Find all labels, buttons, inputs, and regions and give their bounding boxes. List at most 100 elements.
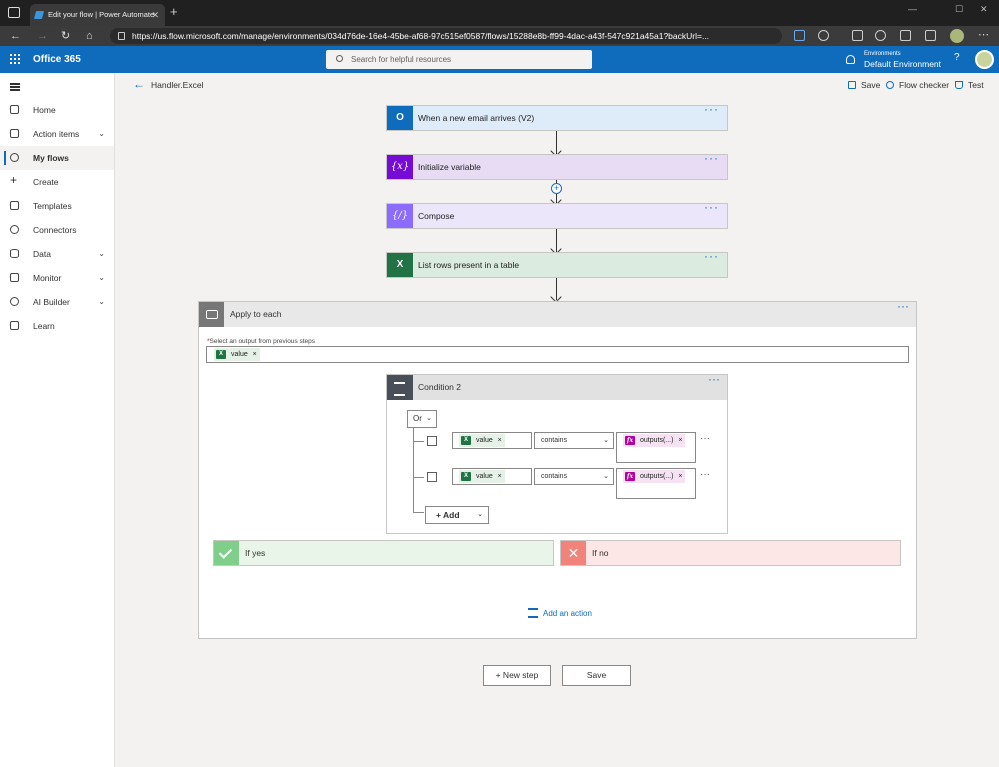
row-checkbox[interactable] [427, 472, 437, 482]
user-avatar[interactable] [975, 50, 994, 69]
more-options-icon[interactable]: ··· [704, 151, 719, 165]
chevron-down-icon[interactable]: ⌄ [98, 290, 105, 314]
dynamic-content-token[interactable]: X value × [214, 348, 260, 361]
condition-right-field[interactable]: fx outputs(...) × [616, 432, 696, 463]
nav-item-data[interactable]: Data ⌄ [0, 242, 114, 266]
close-window-icon[interactable]: ✕ [980, 4, 988, 15]
insert-step-icon[interactable]: + [551, 183, 562, 194]
remove-token-icon[interactable]: × [678, 470, 682, 483]
app-launcher-icon[interactable] [10, 54, 20, 64]
more-options-icon[interactable]: ··· [704, 102, 719, 116]
if-yes-branch[interactable]: If yes [213, 540, 554, 566]
office-header: Office 365 Search for helpful resources … [0, 46, 999, 73]
nav-item-create[interactable]: + Create [0, 170, 114, 194]
refresh-icon[interactable]: ↻ [61, 28, 70, 44]
add-action-label: Add an action [543, 609, 592, 618]
condition-right-field[interactable]: fx outputs(...) × [616, 468, 696, 499]
help-icon[interactable]: ? [954, 52, 960, 63]
test-command[interactable]: Test [955, 73, 984, 98]
nav-item-templates[interactable]: Templates [0, 194, 114, 218]
save-command[interactable]: Save [848, 73, 880, 98]
test-label: Test [968, 80, 984, 90]
flow-checker-command[interactable]: Flow checker [886, 73, 949, 98]
share-icon[interactable] [925, 30, 936, 41]
connector-arrow [556, 229, 558, 252]
row-checkbox[interactable] [427, 436, 437, 446]
remove-token-icon[interactable]: × [498, 470, 502, 483]
select-output-field[interactable]: X value × [206, 346, 909, 363]
step-card-list-rows[interactable]: X List rows present in a table ··· [386, 249, 728, 278]
nav-item-learn[interactable]: Learn [0, 314, 114, 338]
condition-left-field[interactable]: X value × [452, 432, 532, 449]
remove-token-icon[interactable]: × [498, 434, 502, 447]
url-field[interactable]: https://us.flow.microsoft.com/manage/env… [110, 28, 782, 44]
collections-icon[interactable] [900, 30, 911, 41]
condition-header[interactable]: Condition 2 ··· [387, 372, 727, 400]
nav-item-monitor[interactable]: Monitor ⌄ [0, 266, 114, 290]
back-icon[interactable]: ← [10, 28, 21, 44]
brand-title[interactable]: Office 365 [33, 46, 81, 73]
more-options-icon[interactable]: ··· [897, 299, 909, 313]
tab-close-icon[interactable]: ✕ [151, 4, 159, 26]
save-button[interactable]: Save [562, 665, 631, 686]
favorites-icon[interactable] [852, 30, 863, 41]
hamburger-icon[interactable] [10, 83, 20, 85]
step-card-trigger[interactable]: O When a new email arrives (V2) ··· [386, 102, 728, 131]
branch-line [413, 441, 424, 442]
nav-item-action-items[interactable]: Action items ⌄ [0, 122, 114, 146]
excel-icon: X [461, 472, 471, 481]
apply-to-each-header[interactable]: Apply to each ··· [199, 299, 916, 327]
add-condition-button[interactable]: + Add ⌄ [425, 506, 489, 524]
extension-shield-icon[interactable] [818, 30, 829, 41]
if-no-branch[interactable]: ✕ If no [560, 540, 901, 566]
extension-pen-icon[interactable] [794, 30, 805, 41]
nav-item-home[interactable]: Home [0, 98, 114, 122]
clipboard-icon [10, 129, 19, 138]
home-icon[interactable]: ⌂ [86, 28, 93, 44]
chevron-down-icon: ⌄ [603, 437, 609, 444]
step-card-compose[interactable]: {∕} Compose ··· [386, 200, 728, 229]
new-step-button[interactable]: + New step [483, 665, 551, 686]
dynamic-content-token[interactable]: X value × [459, 434, 505, 447]
nav-item-ai-builder[interactable]: AI Builder ⌄ [0, 290, 114, 314]
outlook-icon: O [387, 106, 413, 130]
environment-selector[interactable]: Default Environment [864, 59, 941, 69]
remove-token-icon[interactable]: × [253, 348, 257, 361]
browser-profile-avatar[interactable] [950, 29, 964, 43]
more-options-icon[interactable]: ··· [704, 200, 719, 214]
browser-tab[interactable]: Edit your flow | Power Automate ✕ [30, 4, 165, 26]
environment-icon[interactable] [846, 55, 855, 64]
excel-icon: X [387, 253, 413, 277]
browser-more-icon[interactable]: ⋯ [978, 28, 989, 41]
expression-token[interactable]: fx outputs(...) × [623, 434, 686, 447]
nav-item-my-flows[interactable]: My flows [0, 146, 114, 170]
branch-line [413, 477, 424, 478]
remove-token-icon[interactable]: × [678, 434, 682, 447]
dynamic-content-token[interactable]: X value × [459, 470, 505, 483]
condition-left-field[interactable]: X value × [452, 468, 532, 485]
chevron-down-icon[interactable]: ⌄ [98, 266, 105, 290]
step-title: Initialize variable [418, 162, 481, 172]
window-menu-icon[interactable] [8, 7, 20, 18]
group-operator-select[interactable]: Or ⌄ [407, 410, 437, 428]
new-tab-icon[interactable]: + [170, 4, 178, 19]
row-more-icon[interactable]: ··· [700, 469, 710, 480]
back-arrow-icon[interactable]: ← [133, 77, 145, 91]
maximize-icon[interactable]: ☐ [955, 4, 963, 15]
forward-icon[interactable]: → [37, 28, 48, 44]
search-input[interactable]: Search for helpful resources [326, 50, 592, 69]
history-icon[interactable] [875, 30, 886, 41]
more-options-icon[interactable]: ··· [708, 372, 720, 386]
nav-label: Action items [33, 129, 80, 139]
condition-operator-select[interactable]: contains ⌄ [534, 468, 614, 485]
row-more-icon[interactable]: ··· [700, 433, 710, 444]
chevron-down-icon[interactable]: ⌄ [98, 122, 105, 146]
more-options-icon[interactable]: ··· [704, 249, 719, 263]
expression-token[interactable]: fx outputs(...) × [623, 470, 686, 483]
step-card-initialize-variable[interactable]: {x} Initialize variable ··· [386, 151, 728, 180]
minimize-icon[interactable]: — [908, 4, 917, 14]
chevron-down-icon[interactable]: ⌄ [98, 242, 105, 266]
nav-item-connectors[interactable]: Connectors [0, 218, 114, 242]
condition-operator-select[interactable]: contains ⌄ [534, 432, 614, 449]
add-an-action-link[interactable]: Add an action [528, 608, 592, 618]
